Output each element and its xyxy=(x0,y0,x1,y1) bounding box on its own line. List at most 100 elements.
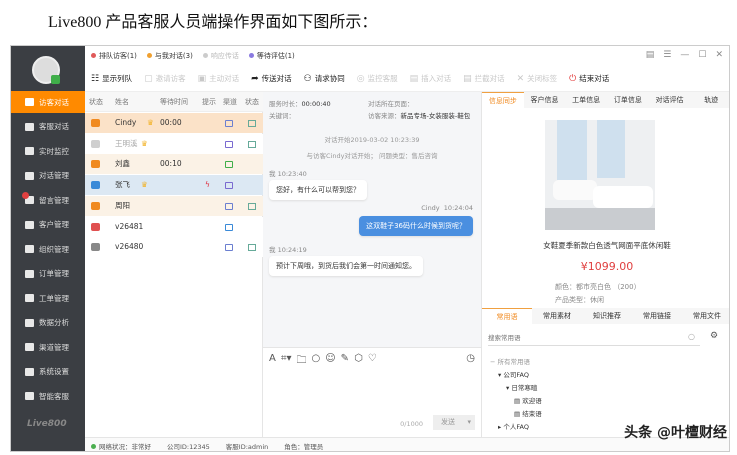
tree-node[interactable]: − 所有常用语 xyxy=(490,356,530,366)
visitor-row[interactable]: Cindy ♛ 00:00 xyxy=(85,113,263,133)
queue-tab[interactable]: 排队访客(1) xyxy=(91,51,137,61)
visitor-row[interactable]: 周阳 xyxy=(85,195,263,216)
tree-node[interactable]: ▸ 个人FAQ xyxy=(498,421,529,431)
column-header[interactable]: 渠道 xyxy=(223,92,237,112)
visitor-row[interactable]: v26480 xyxy=(85,237,263,258)
folder-icon[interactable]: 🗀 xyxy=(297,353,307,370)
status-dot xyxy=(146,53,152,58)
checkbox-icon[interactable] xyxy=(248,202,256,210)
queue-tab[interactable]: 与我对话(3) xyxy=(146,51,193,61)
visitor-row[interactable]: 张飞 ♛ ϟ xyxy=(85,175,263,196)
visitor-row[interactable]: v26481 xyxy=(85,216,263,237)
toolbar-button[interactable]: ☷ 显示列队 xyxy=(91,73,132,84)
sidebar-item[interactable]: 客服对话 xyxy=(11,116,85,138)
phrase-tab[interactable]: 常用素材 xyxy=(532,308,582,324)
sidebar-item[interactable]: 数据分析 xyxy=(11,312,85,334)
menu-icon[interactable]: ☰ xyxy=(663,50,671,60)
sidebar-item[interactable]: 留言管理 xyxy=(11,189,85,211)
checkbox-icon[interactable] xyxy=(248,244,256,252)
tree-toggle-icon: ▤ xyxy=(514,397,521,405)
phrase-search-input[interactable] xyxy=(488,332,700,346)
column-header[interactable]: 状态 xyxy=(89,92,103,112)
checkbox-icon[interactable] xyxy=(248,140,256,148)
phrase-tab[interactable]: 常用链接 xyxy=(632,308,682,324)
edit-icon[interactable]: ✎ xyxy=(341,353,349,370)
toolbar-button[interactable]: ⏻ 结束对话 xyxy=(569,73,609,84)
sidebar-item[interactable]: 实时监控 xyxy=(11,140,85,162)
toolbar-button[interactable]: ▤ 拦截对话 xyxy=(463,73,505,84)
phrase-tab[interactable]: 知识推荐 xyxy=(582,308,632,324)
column-header[interactable]: 状态 xyxy=(245,92,259,112)
info-tab[interactable]: 客户信息 xyxy=(524,92,566,108)
phrase-tab[interactable]: 常用语 xyxy=(482,308,532,324)
send-button[interactable]: 发送 ▾ xyxy=(433,415,475,430)
column-header[interactable]: 等待时间 xyxy=(160,92,188,112)
screenshot-icon[interactable]: ⌗▾ xyxy=(281,353,292,370)
tree-node[interactable]: ▤ 欢迎语 xyxy=(514,395,542,405)
minimize-icon[interactable]: — xyxy=(680,50,689,60)
search-icon[interactable]: ○ xyxy=(688,332,695,341)
heart-icon[interactable]: ♡ xyxy=(368,353,377,370)
toolbar-button[interactable]: ▢ 邀请访客 xyxy=(144,73,186,84)
toolbar-button[interactable]: ▣ 主动对话 xyxy=(198,73,240,84)
toolbar-button[interactable]: ▤ 插入对话 xyxy=(410,73,452,84)
history-icon[interactable]: ◷ xyxy=(466,353,475,364)
sidebar-item[interactable]: 组织管理 xyxy=(11,238,85,260)
tree-node[interactable]: ▤ 结束语 xyxy=(514,408,542,418)
visitor-row[interactable]: 王明溪 ♛ xyxy=(85,133,263,154)
skin-icon[interactable]: ▤ xyxy=(646,50,655,60)
sidebar-item[interactable]: 工单管理 xyxy=(11,287,85,309)
document-heading: Live800 产品客服人员端操作界面如下图所示： xyxy=(48,14,378,31)
queue-tab[interactable]: 等待评估(1) xyxy=(248,51,295,61)
menu-icon xyxy=(25,220,34,229)
message-composer[interactable]: A ⌗▾ 🗀 ○ ☺ ✎ ⬡ ♡ ◷ 0/1000 发送 ▾ xyxy=(263,347,481,437)
column-header[interactable]: 提示 xyxy=(202,92,216,112)
sidebar-item[interactable]: 系统设置 xyxy=(11,361,85,383)
status-dot xyxy=(248,53,254,58)
sidebar-item-label: 客服对话 xyxy=(39,122,69,131)
close-icon: ✕ xyxy=(516,73,525,84)
sidebar-item[interactable]: 订单管理 xyxy=(11,263,85,285)
toolbar-button[interactable]: ➦ 传送对话 xyxy=(251,73,292,84)
sidebar-item[interactable]: 智能客服 xyxy=(11,385,85,407)
info-tab[interactable]: 对话评估 xyxy=(649,92,691,108)
checkbox-icon[interactable] xyxy=(248,120,256,127)
status-icon xyxy=(91,201,100,210)
sidebar-item-label: 组织管理 xyxy=(39,244,69,254)
status-dot xyxy=(202,53,208,58)
font-icon[interactable]: A xyxy=(269,353,276,370)
app-window: 访客对话客服对话实时监控对话管理留言管理客户管理组织管理订单管理 工单管理数据分析… xyxy=(10,45,730,452)
visitor-name: v26480 xyxy=(115,242,144,252)
tree-node[interactable]: ▾ 公司FAQ xyxy=(498,369,529,379)
toolbar-button[interactable]: ⚇ 请求协同 xyxy=(304,73,345,84)
search-icon[interactable]: ○ xyxy=(312,353,321,370)
queue-tab[interactable]: 响应传话 xyxy=(202,51,239,61)
toolbar-button[interactable]: ✕ 关闭标签 xyxy=(517,73,558,84)
close-icon[interactable]: ✕ xyxy=(715,50,723,60)
sidebar-item[interactable]: 渠道管理 xyxy=(11,336,85,358)
watermark: 头条 @叶檀财经 xyxy=(624,425,727,441)
sidebar-item[interactable]: 访客对话 xyxy=(11,91,85,113)
queue-tabs: 排队访客(1) 与我对话(3) 响应传话 等待评估(1) xyxy=(85,46,729,66)
sidebar-item-label: 访客对话 xyxy=(39,97,69,107)
phrase-tab[interactable]: 常用文件 xyxy=(682,308,729,324)
toolbar-button[interactable]: ◎ 监控客服 xyxy=(357,73,398,84)
menu-icon xyxy=(25,171,34,180)
emoji-icon[interactable]: ☺ xyxy=(325,353,335,370)
visitor-row[interactable]: 刘鑫 00:10 xyxy=(85,154,263,175)
cube-icon[interactable]: ⬡ xyxy=(354,353,363,370)
info-tab[interactable]: 订单信息 xyxy=(607,92,649,108)
sidebar-item[interactable]: 对话管理 xyxy=(11,165,85,187)
chevron-down-icon[interactable]: ▾ xyxy=(467,415,471,430)
sidebar-item-label: 留言管理 xyxy=(39,195,69,205)
info-tab[interactable]: 轨迹 xyxy=(690,92,729,108)
column-header[interactable]: 姓名 xyxy=(115,92,129,112)
maximize-icon[interactable]: ☐ xyxy=(698,50,706,60)
info-tab[interactable]: 信息同步 xyxy=(482,92,524,108)
sidebar-item[interactable]: 客户管理 xyxy=(11,214,85,236)
status-icon xyxy=(91,222,100,231)
info-tab[interactable]: 工单信息 xyxy=(565,92,607,108)
sidebar-item-label: 对话管理 xyxy=(39,171,69,180)
gear-icon[interactable]: ⚙ xyxy=(710,331,718,341)
tree-node[interactable]: ▾ 日常寒暄 xyxy=(506,382,537,392)
